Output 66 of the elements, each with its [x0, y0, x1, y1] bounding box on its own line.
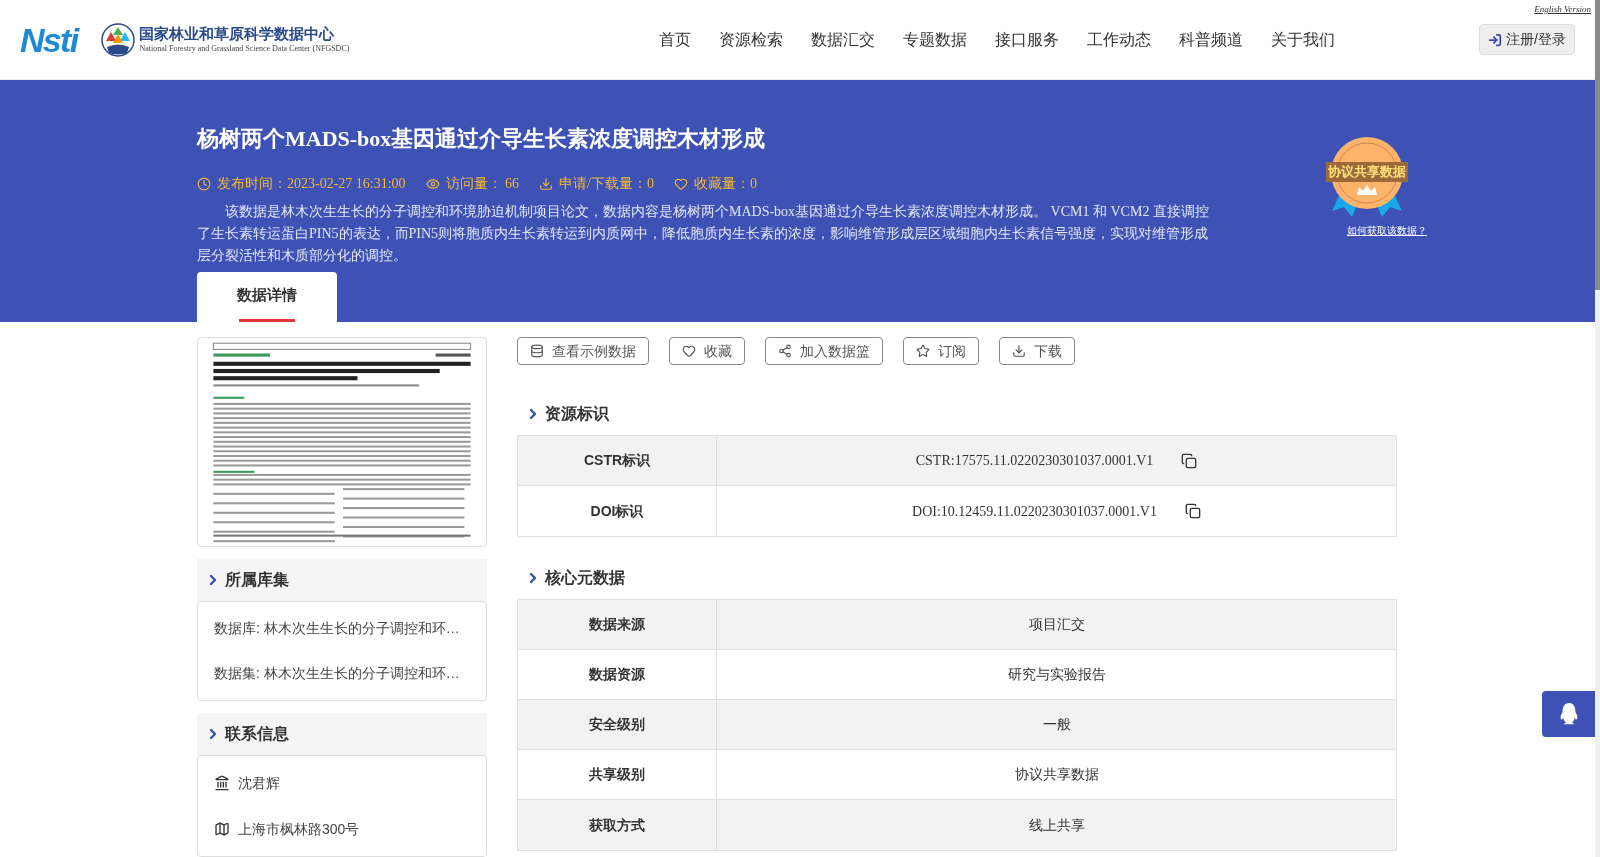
collection-link[interactable]: 数据库: 林木次生生长的分子调控和环… — [198, 606, 486, 651]
eye-icon — [425, 176, 440, 191]
page-title: 杨树两个MADS-box基因通过介导生长素浓度调控木材形成 — [197, 125, 767, 153]
table-cell-text: 线上共享 — [1028, 816, 1085, 835]
how-to-get-link[interactable]: 如何获取该数据？ — [1347, 223, 1427, 238]
meta-text: 发布时间：2023-02-27 16:31:00 — [217, 175, 406, 193]
section-title: 资源标识 — [545, 404, 609, 424]
database-icon — [530, 344, 544, 358]
nav-link[interactable]: 专题数据 — [903, 27, 968, 52]
heart-icon — [682, 344, 696, 358]
badge-text: 协议共享数据 — [1326, 162, 1408, 182]
logo[interactable]: Nsti — [20, 22, 78, 57]
table-cell-text: DOI:10.12459.11.0220230301037.0001.V1 — [912, 502, 1157, 521]
nav-link[interactable]: 工作动态 — [1087, 27, 1152, 52]
clock-icon — [197, 176, 211, 191]
nav-link[interactable]: 数据汇交 — [811, 27, 876, 52]
action-button[interactable]: 下载 — [999, 337, 1075, 365]
section-title: 所属库集 — [225, 570, 289, 590]
table-cell-text: DOI标识 — [590, 501, 644, 521]
section-title: 核心元数据 — [545, 568, 625, 588]
action-button[interactable]: 查看示例数据 — [517, 337, 649, 365]
site-name-english: National Forestry and Grassland Science Data Center (NFGSDC) — [139, 43, 350, 54]
table-cell-text: CSTR标识 — [583, 451, 651, 470]
bank-icon — [214, 775, 230, 791]
nav-link[interactable]: 科普频道 — [1179, 27, 1244, 52]
table-cell-text: 研究与实验报告 — [1007, 666, 1106, 684]
login-icon — [1488, 32, 1503, 47]
map-icon — [214, 821, 230, 837]
site-name: 国家林业和草原科学数据中心 — [139, 25, 336, 44]
heart-icon — [674, 176, 688, 191]
table-cell-text: 项目汇交 — [1028, 616, 1085, 634]
nav-link[interactable]: 关于我们 — [1271, 27, 1336, 52]
nav-link[interactable]: 首页 — [659, 27, 692, 52]
tree-logo-icon — [101, 22, 136, 57]
chat-button[interactable] — [1542, 691, 1595, 737]
table-cell-text: 协议共享数据 — [1014, 766, 1099, 784]
meta-text: 访问量： 66 — [445, 175, 520, 193]
action-button[interactable]: 加入数据篮 — [765, 337, 883, 365]
download-icon — [539, 176, 554, 191]
download-icon — [1012, 344, 1026, 358]
nav-link[interactable]: 资源检索 — [719, 27, 784, 52]
table-cell-text: 数据来源 — [589, 615, 645, 634]
table-cell-text: 数据资源 — [589, 665, 645, 684]
tab[interactable]: 数据详情 — [197, 272, 337, 322]
table-cell-text: 共享级别 — [589, 765, 645, 784]
meta-text: 收藏量：0 — [694, 175, 757, 193]
copy-icon[interactable] — [1181, 452, 1198, 469]
login-button[interactable]: 注册/登录 — [1479, 24, 1575, 55]
section-title: 联系信息 — [225, 724, 289, 744]
contact-text: 沈君辉 — [238, 773, 280, 793]
action-button[interactable]: 收藏 — [669, 337, 745, 365]
description: 该数据是林木次生生长的分子调控和环境胁迫机制项目论文，数据内容是杨树两个MADS-box基因通过介导生长素浓度调控木材形成。 VCM1 和 VCM2 直接调控了生长素转运蛋白PIN5的表达，而PIN5则将胞质内生长素转运到内质网中，降低胞质内生长素的浓度，影响维管形成层区域细胞内生长素信号强度，实现对维管形成层分裂活性和木质部分化的调控。 — [197, 203, 1210, 265]
star-icon — [916, 344, 930, 358]
meta-text: 申请/下载量：0 — [559, 175, 654, 193]
table-cell-text: 安全级别 — [589, 715, 645, 734]
english-version-link[interactable]: English Version — [1534, 3, 1591, 17]
table-cell-text: 获取方式 — [589, 815, 645, 835]
table-cell-text: 一般 — [1042, 716, 1071, 734]
contact-text: 上海市枫林路300号 — [238, 819, 360, 839]
collection-link[interactable]: 数据集: 林木次生生长的分子调控和环… — [198, 651, 486, 696]
nav-link[interactable]: 接口服务 — [995, 27, 1060, 52]
table-cell-text: CSTR:17575.11.0220230301037.0001.V1 — [915, 452, 1154, 470]
share-icon — [778, 344, 792, 358]
copy-icon[interactable] — [1184, 503, 1201, 519]
action-button[interactable]: 订阅 — [903, 337, 979, 365]
scrollbar[interactable] — [1595, 0, 1600, 857]
